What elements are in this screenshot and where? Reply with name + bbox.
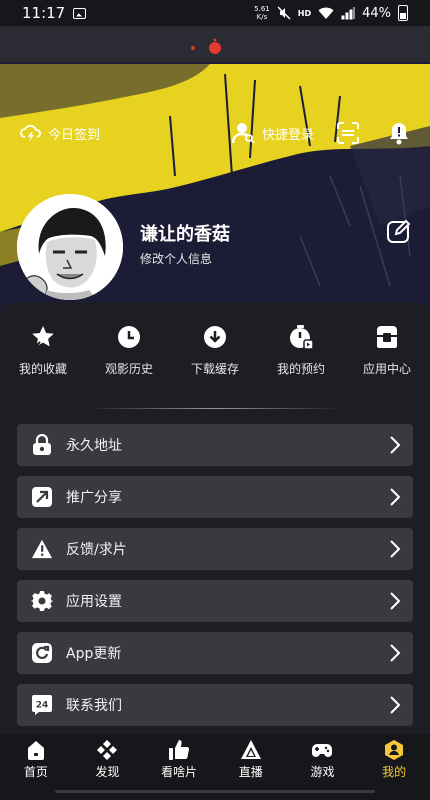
chevron-right-icon (390, 488, 401, 506)
network-speed: 5.61 K/s (254, 5, 270, 21)
bottom-tab-bar: 首页 发现 看啥片 直播 游戏 我的 (0, 734, 430, 784)
status-time: 11:17 (22, 4, 66, 22)
gallery-notification-icon (73, 7, 87, 19)
star-icon (32, 326, 54, 349)
battery-icon (398, 5, 408, 21)
menu-item-settings[interactable]: 应用设置 (17, 580, 413, 622)
chevron-right-icon (390, 592, 401, 610)
discover-icon (97, 740, 118, 760)
avatar[interactable] (17, 194, 123, 300)
tab-label: 游戏 (310, 765, 335, 779)
gesture-area (0, 784, 430, 800)
menu-item-label: App更新 (66, 646, 122, 662)
cloud-lightning-icon (20, 124, 41, 142)
tab-discover[interactable]: 发现 (72, 734, 144, 784)
menu-item-label: 反馈/求片 (66, 542, 127, 558)
menu-item-label: 联系我们 (66, 698, 122, 714)
status-bar: 11:17 5.61 K/s HD 44% (0, 0, 430, 26)
profile-section: 谦让的香菇 修改个人信息 (0, 194, 430, 300)
content-panel: 我的收藏 观影历史 下载缓存 我的预约 应用中心 永久地址 推广分享 反馈/求片… (0, 302, 430, 734)
quick-login-button[interactable]: 快捷登录 (232, 122, 314, 144)
quick-action-label: 观影历史 (104, 362, 153, 376)
tab-mine[interactable]: 我的 (358, 734, 430, 784)
signal-icon (341, 6, 355, 19)
edit-icon[interactable] (386, 218, 412, 244)
profile-header: 今日签到 快捷登录 谦让的香菇 修改个人信息 (0, 26, 430, 316)
edit-profile-link[interactable]: 修改个人信息 (140, 250, 212, 267)
tab-live[interactable]: 直播 (215, 734, 287, 784)
menu-item-contact-us[interactable]: 24 联系我们 (17, 684, 413, 726)
support-24-text: 24 (36, 701, 49, 711)
mute-icon (277, 6, 291, 20)
warning-icon (31, 538, 53, 560)
live-icon (240, 740, 261, 759)
quick-login-label: 快捷登录 (262, 127, 315, 143)
home-icon (27, 741, 44, 760)
battery-percent: 44% (362, 5, 391, 21)
scan-icon[interactable] (336, 121, 360, 145)
profile-icon (385, 740, 404, 760)
gamepad-icon (312, 744, 333, 757)
notification-bell-icon[interactable] (388, 121, 410, 145)
lock-icon (31, 434, 53, 456)
thumbs-up-icon (169, 740, 190, 760)
network-speed-value: 5.61 (254, 5, 270, 13)
menu-item-label: 永久地址 (66, 438, 122, 454)
user-key-icon (232, 123, 255, 144)
hd-indicator: HD (297, 8, 312, 18)
meme-face-avatar-image (17, 194, 123, 300)
gear-icon (31, 590, 53, 612)
menu-item-label: 推广分享 (66, 490, 122, 506)
tab-games[interactable]: 游戏 (287, 734, 359, 784)
tab-label: 首页 (23, 765, 48, 779)
quick-action-label: 我的收藏 (18, 362, 67, 376)
quick-action-label: 我的预约 (276, 362, 325, 376)
refresh-icon (31, 642, 53, 664)
chevron-right-icon (390, 696, 401, 714)
share-icon (31, 486, 53, 508)
clock-icon (118, 326, 140, 348)
tab-label: 看啥片 (161, 765, 198, 779)
support-24-icon: 24 (31, 694, 53, 716)
app-center-icon (377, 326, 397, 348)
quick-action-history[interactable]: 观影历史 (86, 324, 172, 377)
quick-action-favorites[interactable]: 我的收藏 (0, 324, 86, 377)
checkin-button[interactable]: 今日签到 (20, 123, 100, 143)
menu-item-label: 应用设置 (66, 594, 122, 610)
reservation-icon (290, 325, 314, 350)
chevron-right-icon (390, 436, 401, 454)
menu-item-app-update[interactable]: App更新 (17, 632, 413, 674)
quick-action-downloads[interactable]: 下载缓存 (172, 324, 258, 377)
quick-action-label: 下载缓存 (190, 362, 239, 376)
section-divider (88, 408, 342, 409)
network-speed-unit: K/s (256, 13, 268, 21)
gesture-handle[interactable] (55, 790, 375, 793)
wifi-icon (318, 7, 334, 19)
decoration-dots (191, 38, 221, 54)
quick-actions: 我的收藏 观影历史 下载缓存 我的预约 应用中心 (0, 324, 430, 377)
tab-label: 我的 (382, 765, 407, 779)
checkin-label: 今日签到 (48, 127, 101, 143)
menu-item-permanent-address[interactable]: 永久地址 (17, 424, 413, 466)
tab-label: 发现 (95, 765, 120, 779)
download-icon (204, 326, 226, 348)
quick-action-reservations[interactable]: 我的预约 (258, 324, 344, 377)
chevron-right-icon (390, 644, 401, 662)
quick-action-app-center[interactable]: 应用中心 (344, 324, 430, 377)
chevron-right-icon (390, 540, 401, 558)
tab-label: 直播 (238, 765, 263, 779)
menu-item-feedback[interactable]: 反馈/求片 (17, 528, 413, 570)
menu-item-share[interactable]: 推广分享 (17, 476, 413, 518)
tab-home[interactable]: 首页 (0, 734, 72, 784)
username: 谦让的香菇 (140, 224, 230, 245)
tab-what-to-watch[interactable]: 看啥片 (143, 734, 215, 784)
quick-action-label: 应用中心 (362, 362, 411, 376)
